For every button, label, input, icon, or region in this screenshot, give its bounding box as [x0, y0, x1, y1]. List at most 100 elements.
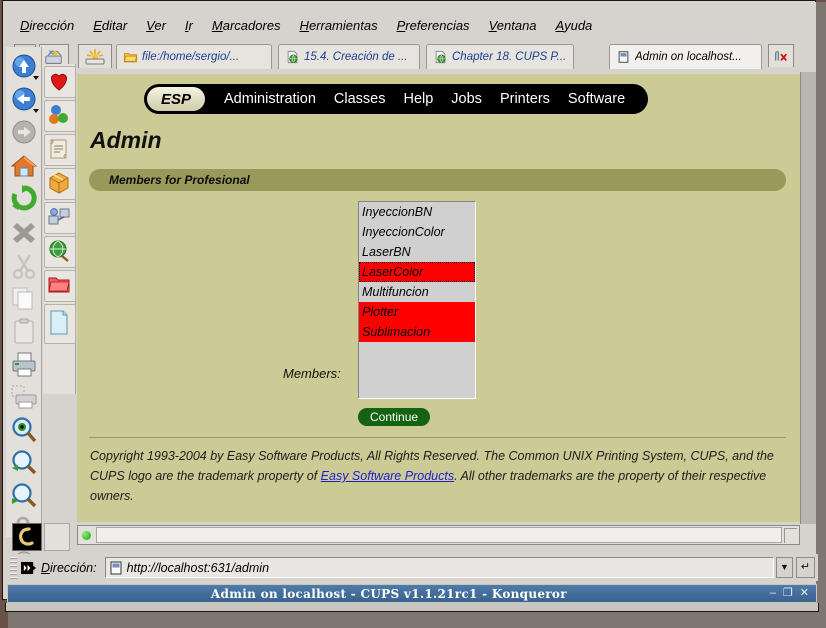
- close-button[interactable]: ✕: [800, 588, 809, 599]
- zoom-out-icon[interactable]: [9, 481, 39, 511]
- nav-link-classes[interactable]: Classes: [334, 91, 386, 107]
- enter-arrow-icon: ↵: [800, 561, 811, 573]
- menu-item-ayuda[interactable]: Ayuda: [556, 18, 593, 33]
- bookmarks-heart-icon[interactable]: [46, 68, 72, 94]
- sun-rise-icon: [85, 48, 105, 64]
- client-area: Dirección Editar Ver Ir Marcadores Herra…: [6, 2, 818, 585]
- history-scroll-icon[interactable]: [46, 136, 72, 162]
- menu-mnemonic: H: [299, 17, 309, 33]
- up-icon[interactable]: [9, 52, 39, 82]
- package-icon[interactable]: [46, 170, 72, 196]
- cups-navigation-bar: ESP Administration Classes Help Jobs Pri…: [144, 84, 649, 114]
- back-icon[interactable]: [9, 85, 39, 115]
- address-label-text: irección:: [50, 560, 97, 575]
- nav-link-jobs[interactable]: Jobs: [451, 91, 482, 107]
- menu-item-label: er: [154, 17, 166, 33]
- menu-item-ver[interactable]: Ver: [146, 18, 166, 33]
- zoom-in-icon[interactable]: [9, 448, 39, 478]
- address-input[interactable]: http://localhost:631/admin: [104, 557, 774, 578]
- home-icon[interactable]: [9, 151, 39, 181]
- menu-item-editar[interactable]: Editar: [93, 18, 127, 33]
- menu-mnemonic: E: [93, 17, 102, 33]
- stop-icon: [13, 223, 35, 243]
- blank-page-icon[interactable]: [47, 308, 71, 338]
- menu-item-direccion[interactable]: Dirección: [20, 18, 74, 33]
- copy-icon: [12, 287, 33, 310]
- tab-bar: file:/home/sergio/... 15.4. Creación de …: [6, 42, 816, 70]
- nav-link-administration[interactable]: Administration: [224, 91, 316, 107]
- members-listbox[interactable]: InyeccionBN InyeccionColor LaserBN Laser…: [358, 201, 476, 399]
- red-folder-icon[interactable]: [46, 272, 72, 298]
- tab-label: Admin on localhost...: [635, 51, 742, 63]
- tab-file-home-sergio[interactable]: file:/home/sergio/...: [116, 44, 272, 69]
- status-bar: [77, 525, 800, 545]
- list-item[interactable]: Multifuncion: [359, 282, 475, 302]
- menubar: Dirección Editar Ver Ir Marcadores Herra…: [6, 14, 816, 36]
- status-led-icon: [82, 530, 91, 540]
- web-globe-icon[interactable]: [46, 238, 72, 264]
- page-title: Admin: [90, 127, 162, 153]
- menu-item-preferencias[interactable]: Preferencias: [397, 18, 470, 33]
- reload-icon[interactable]: [9, 184, 39, 214]
- network-icon[interactable]: [46, 204, 72, 230]
- menu-item-herramientas[interactable]: Herramientas: [300, 18, 378, 33]
- section-header-bar: Members for Profesional: [89, 169, 786, 191]
- window-title: Admin on localhost - CUPS v1.1.21rc1 - K…: [210, 586, 567, 601]
- nav-link-printers[interactable]: Printers: [500, 91, 550, 107]
- print-preview-icon: [11, 385, 37, 409]
- paste-icon: [14, 318, 34, 344]
- menu-item-ir[interactable]: Ir: [185, 18, 193, 33]
- tab-label: file:/home/sergio/...: [142, 51, 240, 63]
- maximize-button[interactable]: ❐: [783, 588, 793, 599]
- nav-brand-esp[interactable]: ESP: [147, 87, 206, 111]
- menu-item-label: referencias: [405, 17, 470, 33]
- tab-admin-on-localhost[interactable]: Admin on localhost...: [609, 44, 762, 69]
- window-inner-frame: Dirección Editar Ver Ir Marcadores Herra…: [2, 0, 819, 612]
- list-item[interactable]: InyeccionBN: [359, 202, 475, 222]
- window-titlebar[interactable]: Admin on localhost - CUPS v1.1.21rc1 - K…: [7, 584, 817, 603]
- menu-item-ventana[interactable]: Ventana: [489, 18, 537, 33]
- toolbar-drag-handle[interactable]: [10, 556, 17, 579]
- menu-item-marcadores[interactable]: Marcadores: [212, 18, 281, 33]
- globe-page-icon: [287, 50, 298, 64]
- find-icon[interactable]: [9, 415, 39, 445]
- tab-creacion-de[interactable]: 15.4. Creación de ...: [278, 44, 420, 69]
- menu-item-label: r: [188, 17, 193, 33]
- folder-icon: [123, 53, 138, 63]
- tab-chapter-18-cups[interactable]: Chapter 18. CUPS P...: [426, 44, 574, 69]
- nav-brand-label: ESP: [161, 90, 192, 108]
- continue-button[interactable]: Continue: [358, 408, 431, 426]
- list-item[interactable]: Sublimacion: [359, 322, 475, 342]
- print-icon[interactable]: [9, 349, 39, 379]
- address-bar: Dirección: http://localhost:631/admin ▼ …: [8, 554, 818, 581]
- resize-grip[interactable]: [784, 527, 797, 543]
- clear-address-icon[interactable]: [21, 561, 36, 575]
- list-item[interactable]: LaserColor: [359, 262, 475, 282]
- close-tab-button[interactable]: [768, 44, 794, 67]
- plugins-icon[interactable]: [46, 102, 72, 128]
- konqueror-animation-logo: [12, 523, 42, 551]
- nav-link-help[interactable]: Help: [403, 91, 433, 107]
- window-bottom-edge: [5, 603, 819, 612]
- menu-mnemonic: V: [488, 17, 497, 33]
- minimize-button[interactable]: –: [770, 588, 776, 599]
- page-icon: [618, 51, 629, 63]
- list-item[interactable]: InyeccionColor: [359, 222, 475, 242]
- nav-link-software[interactable]: Software: [568, 91, 625, 107]
- statusbar-left-spacer: [44, 523, 70, 551]
- menu-mnemonic: A: [555, 17, 565, 33]
- list-item[interactable]: LaserBN: [359, 242, 475, 262]
- address-dropdown-button[interactable]: ▼: [776, 557, 793, 578]
- tab-label: Chapter 18. CUPS P...: [452, 51, 567, 63]
- list-item[interactable]: Plotter: [359, 302, 475, 322]
- address-go-button[interactable]: ↵: [796, 557, 815, 578]
- home-tab-button[interactable]: [78, 44, 112, 68]
- web-page-viewport: ESP Administration Classes Help Jobs Pri…: [77, 74, 800, 522]
- tab-label: 15.4. Creación de ...: [304, 51, 408, 63]
- menu-mnemonic: M: [211, 17, 223, 33]
- footer-link-easy-software-products[interactable]: Easy Software Products: [321, 469, 454, 483]
- navigation-toolbar: [6, 47, 42, 575]
- page-scrollbar-track[interactable]: [800, 72, 816, 524]
- cut-icon: [12, 254, 36, 280]
- menu-item-label: erramientas: [308, 17, 378, 33]
